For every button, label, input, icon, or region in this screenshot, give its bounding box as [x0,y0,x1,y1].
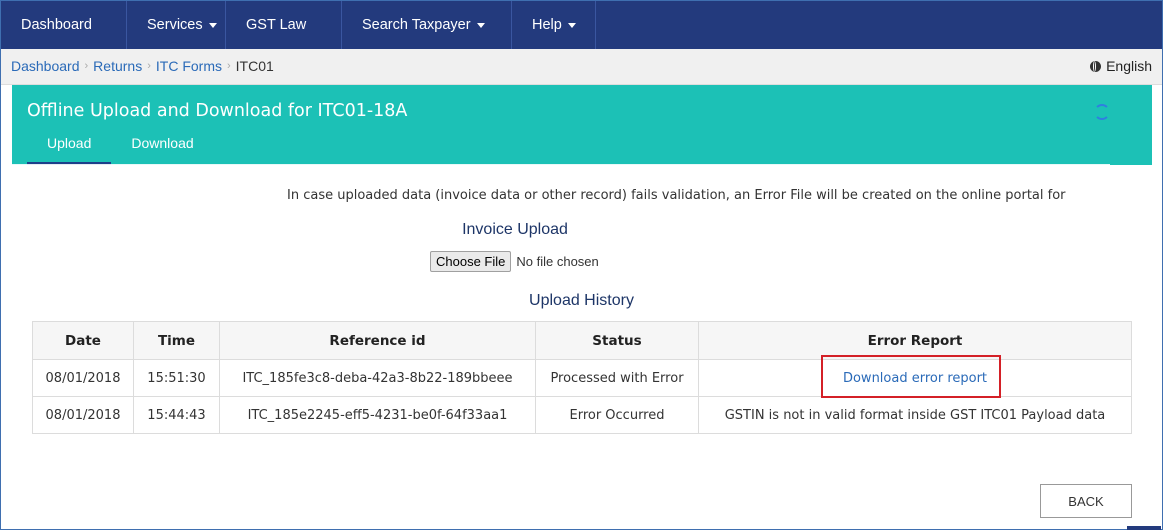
tab-download[interactable]: Download [111,131,213,161]
invoice-upload-title: Invoice Upload [462,221,568,238]
download-error-report-link[interactable]: Download error report [843,371,987,386]
nav-gst-law[interactable]: GST Law [226,1,342,49]
table-header-row: Date Time Reference id Status Error Repo… [32,321,1132,360]
language-selector[interactable]: English [1090,58,1152,74]
panel-header: Offline Upload and Download for ITC01-18… [12,85,1152,165]
cell-time: 15:51:30 [133,359,220,397]
chevron-down-icon [208,22,217,28]
breadcrumb-dashboard[interactable]: Dashboard [11,58,80,74]
file-input: Choose File No file chosen [430,251,599,272]
nav-gst-law-label: GST Law [246,17,307,33]
nav-services[interactable]: Services [127,1,226,49]
column-header-reference-id: Reference id [219,321,536,360]
back-button[interactable]: BACK [1040,484,1132,518]
top-nav: Dashboard Services GST Law Search Taxpay… [1,1,1162,49]
breadcrumb-separator-icon: › [147,60,151,72]
table-row: 08/01/2018 15:44:43 ITC_185e2245-eff5-42… [32,396,1132,434]
cell-date: 08/01/2018 [32,396,134,434]
nav-dashboard[interactable]: Dashboard [1,1,127,49]
upload-history-table: Date Time Reference id Status Error Repo… [32,321,1132,434]
breadcrumb: Dashboard › Returns › ITC Forms › ITC01 [11,58,274,74]
page-title: Offline Upload and Download for ITC01-18… [27,101,408,121]
cell-error-report: Download error report [698,359,1132,397]
cell-date: 08/01/2018 [32,359,134,397]
breadcrumb-bar: Dashboard › Returns › ITC Forms › ITC01 … [1,49,1162,85]
cell-status: Error Occurred [535,396,699,434]
corner-decoration [1127,526,1161,530]
language-label: English [1106,58,1152,74]
cell-reference-id: ITC_185fe3c8-deba-42a3-8b22-189bbeee [219,359,536,397]
nav-help[interactable]: Help [512,1,596,49]
chevron-down-icon [476,22,485,28]
cell-time: 15:44:43 [133,396,220,434]
info-message: In case uploaded data (invoice data or o… [287,188,1066,203]
nav-search-taxpayer-label: Search Taxpayer [362,17,471,33]
file-status: No file chosen [516,254,599,269]
breadcrumb-separator-icon: › [84,60,89,72]
breadcrumb-itc-forms[interactable]: ITC Forms [156,58,222,74]
cell-error-report: GSTIN is not in valid format inside GST … [698,396,1132,434]
globe-icon [1090,60,1102,72]
upload-history-title: Upload History [529,292,634,309]
nav-help-label: Help [532,17,562,33]
nav-search-taxpayer[interactable]: Search Taxpayer [342,1,512,49]
column-header-date: Date [32,321,134,360]
cell-reference-id: ITC_185e2245-eff5-4231-be0f-64f33aa1 [219,396,536,434]
breadcrumb-current: ITC01 [235,58,274,74]
nav-dashboard-label: Dashboard [21,17,92,33]
tab-upload[interactable]: Upload [27,131,112,165]
column-header-status: Status [535,321,699,360]
chevron-down-icon [567,22,576,28]
breadcrumb-separator-icon: › [226,60,231,72]
choose-file-button[interactable]: Choose File [430,251,512,272]
breadcrumb-returns[interactable]: Returns [93,58,142,74]
cell-status: Processed with Error [535,359,699,397]
column-header-error-report: Error Report [698,321,1132,360]
nav-services-label: Services [147,17,203,33]
table-row: 08/01/2018 15:51:30 ITC_185fe3c8-deba-42… [32,359,1132,397]
column-header-time: Time [133,321,220,360]
header-divider [12,164,1110,165]
tab-bar: Upload Download [27,131,214,165]
refresh-icon[interactable] [1094,104,1110,120]
